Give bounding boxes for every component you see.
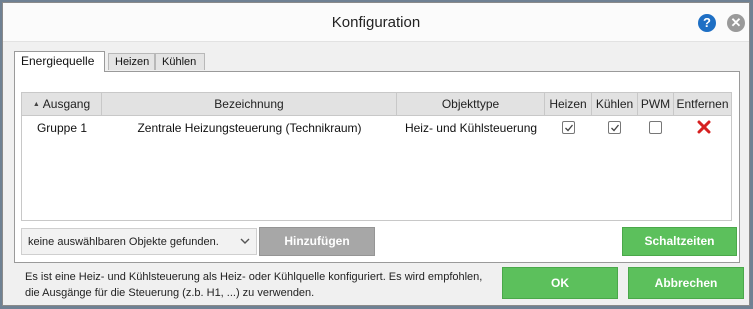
cell-ausgang: Gruppe 1 bbox=[36, 121, 88, 135]
column-header-objekttype[interactable]: Objekttype bbox=[397, 93, 545, 115]
info-line-1: Es ist eine Heiz- und Kühlsteuerung als … bbox=[25, 271, 483, 283]
object-select-value: keine auswählbaren Objekte gefunden. bbox=[28, 236, 219, 248]
table-row[interactable]: Gruppe 1 Zentrale Heizungsteuerung (Tech… bbox=[22, 116, 731, 140]
cell-objekttype: Heiz- und Kühlsteuerung bbox=[404, 121, 538, 135]
output-table: ▲ Ausgang Bezeichnung Objekttype Heizen K… bbox=[21, 92, 732, 221]
tab-kuehlen[interactable]: Kühlen bbox=[155, 53, 205, 70]
dialog-title: Konfiguration bbox=[331, 14, 421, 31]
object-select[interactable]: keine auswählbaren Objekte gefunden. bbox=[21, 228, 257, 255]
cancel-button[interactable]: Abbrechen bbox=[628, 267, 744, 299]
pwm-checkbox[interactable] bbox=[649, 121, 662, 134]
title-bar: Konfiguration ? ✕ bbox=[3, 3, 749, 42]
tab-energiequelle[interactable]: Energiequelle bbox=[14, 51, 105, 72]
info-line-2: die Ausgänge für die Steuerung (z.b. H1,… bbox=[25, 287, 315, 299]
schedule-button[interactable]: Schaltzeiten bbox=[622, 227, 737, 256]
add-button[interactable]: Hinzufügen bbox=[259, 227, 375, 256]
checkmark-icon bbox=[611, 124, 620, 132]
tab-heizen[interactable]: Heizen bbox=[108, 53, 155, 70]
info-text: Es ist eine Heiz- und Kühlsteuerung als … bbox=[25, 269, 495, 301]
checkmark-icon bbox=[565, 124, 574, 132]
column-header-entfernen[interactable]: Entfernen bbox=[674, 93, 731, 115]
ok-button[interactable]: OK bbox=[502, 267, 618, 299]
help-icon[interactable]: ? bbox=[698, 14, 716, 32]
sort-ascending-icon: ▲ bbox=[32, 100, 40, 108]
table-header: ▲ Ausgang Bezeichnung Objekttype Heizen K… bbox=[22, 93, 731, 116]
column-header-pwm[interactable]: PWM bbox=[638, 93, 674, 115]
heizen-checkbox[interactable] bbox=[562, 121, 575, 134]
chevron-down-icon bbox=[240, 238, 250, 244]
column-header-kuehlen[interactable]: Kühlen bbox=[592, 93, 638, 115]
configuration-dialog: Konfiguration ? ✕ Energiequelle Heizen K… bbox=[2, 2, 750, 306]
column-header-heizen[interactable]: Heizen bbox=[545, 93, 592, 115]
red-x-icon[interactable] bbox=[697, 120, 711, 134]
cell-bezeichnung: Zentrale Heizungsteuerung (Technikraum) bbox=[137, 121, 362, 135]
column-header-bezeichnung[interactable]: Bezeichnung bbox=[102, 93, 397, 115]
energiequelle-panel: ▲ Ausgang Bezeichnung Objekttype Heizen K… bbox=[14, 71, 740, 263]
close-icon[interactable]: ✕ bbox=[727, 14, 745, 32]
kuehlen-checkbox[interactable] bbox=[608, 121, 621, 134]
column-header-ausgang[interactable]: ▲ Ausgang bbox=[22, 93, 102, 115]
